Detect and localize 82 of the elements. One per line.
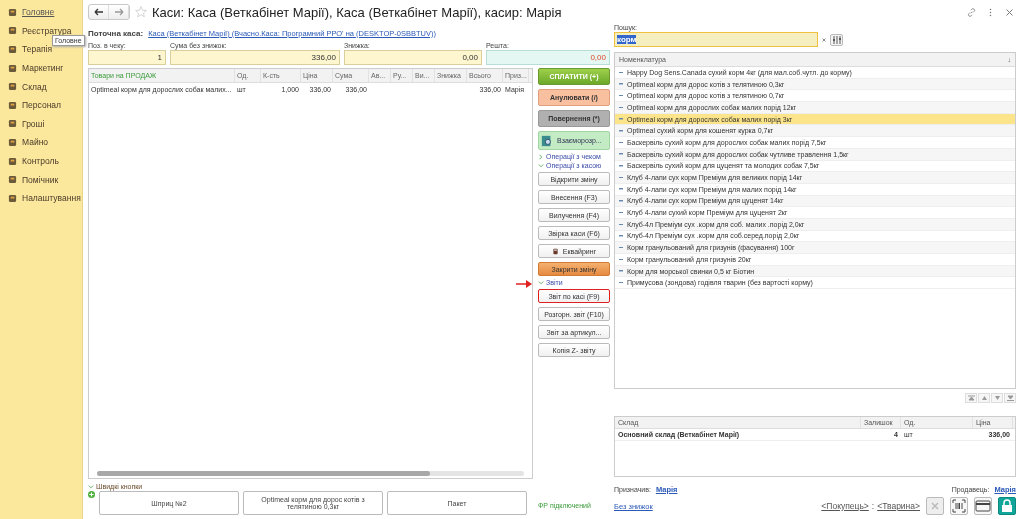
dash-icon bbox=[619, 188, 623, 190]
arrow-icon bbox=[516, 280, 532, 288]
dash-icon bbox=[619, 258, 623, 261]
scroll-up-button[interactable] bbox=[978, 392, 990, 403]
up-icon bbox=[980, 394, 988, 401]
scroll-top-button[interactable] bbox=[965, 392, 977, 403]
sidebar-item[interactable]: Головне bbox=[22, 7, 55, 18]
document-icon bbox=[541, 134, 553, 147]
sidebar-item[interactable]: Реєстратура bbox=[22, 25, 72, 36]
sidebar-item[interactable]: Маркетинг bbox=[22, 63, 64, 74]
sidebar-item[interactable]: Гроші bbox=[22, 118, 45, 129]
section-icon bbox=[8, 175, 17, 185]
section-icon bbox=[8, 7, 17, 17]
buyer-link[interactable]: <Покупець> bbox=[821, 501, 869, 511]
section-icon bbox=[8, 45, 17, 54]
down-icon bbox=[993, 394, 1001, 401]
card-terminal-icon bbox=[551, 247, 559, 255]
dash-icon bbox=[619, 176, 623, 179]
arrow-left-icon bbox=[93, 8, 104, 16]
search-field[interactable]: корм bbox=[614, 32, 818, 47]
star-icon[interactable] bbox=[135, 6, 147, 18]
section-icon bbox=[8, 193, 17, 203]
dash-icon bbox=[619, 211, 623, 214]
section-icon bbox=[8, 100, 17, 110]
input-field[interactable]: 336,00 bbox=[170, 50, 340, 65]
dash-icon bbox=[619, 94, 623, 97]
sidebar-item[interactable]: Склад bbox=[22, 81, 47, 92]
sidebar-item[interactable]: Терапія bbox=[22, 44, 52, 55]
close-icon bbox=[930, 501, 940, 511]
card-icon bbox=[975, 500, 991, 512]
dash-icon bbox=[619, 141, 623, 144]
section-icon bbox=[8, 119, 17, 129]
section-icon bbox=[8, 156, 17, 166]
dash-icon bbox=[619, 165, 623, 167]
filter-button[interactable] bbox=[830, 33, 843, 46]
dash-icon bbox=[619, 223, 623, 226]
card-button[interactable] bbox=[974, 497, 992, 515]
barcode-icon bbox=[952, 499, 966, 513]
sidebar-item[interactable]: Помічник bbox=[22, 174, 59, 185]
section-icon bbox=[8, 26, 17, 36]
dash-icon bbox=[619, 281, 623, 284]
dash-icon bbox=[619, 235, 623, 237]
chevron-icon[interactable] bbox=[88, 483, 94, 490]
scrollbar[interactable] bbox=[97, 471, 524, 476]
dash-icon bbox=[619, 118, 623, 120]
top-icon bbox=[967, 394, 975, 401]
sidebar-item[interactable]: Контроль bbox=[22, 156, 59, 167]
clear-icon[interactable] bbox=[821, 36, 827, 43]
window-title: Каси: Каса (Веткабінет Марії), Каса (Веткабінет Марії), касир: Марія bbox=[152, 4, 562, 20]
lock-icon bbox=[1001, 499, 1013, 513]
sidebar-item[interactable]: Майно bbox=[22, 137, 49, 148]
dash-icon bbox=[619, 270, 623, 272]
separator-text: : bbox=[871, 501, 875, 511]
section-icon bbox=[8, 137, 17, 147]
input-field[interactable]: 1 bbox=[88, 50, 166, 65]
scroll-down-button[interactable] bbox=[991, 392, 1003, 403]
dash-icon bbox=[619, 106, 623, 109]
scroll-bottom-button[interactable] bbox=[1004, 392, 1016, 403]
sidebar-item[interactable]: Персонал bbox=[22, 100, 62, 111]
sidebar-item[interactable]: Налаштування bbox=[22, 193, 81, 204]
dash-icon bbox=[619, 200, 623, 202]
lock-button[interactable] bbox=[998, 497, 1016, 515]
register-label: Поточна каса: bbox=[88, 28, 144, 38]
input-field[interactable]: 0,00 bbox=[344, 50, 482, 65]
dash-icon bbox=[619, 153, 623, 155]
sliders-icon bbox=[831, 34, 842, 45]
chevron-icon[interactable] bbox=[538, 279, 544, 286]
dash-icon bbox=[619, 130, 623, 132]
input-field[interactable]: 0,00 bbox=[486, 50, 610, 65]
barcode-button[interactable] bbox=[950, 497, 968, 515]
link-icon[interactable] bbox=[967, 7, 976, 17]
clear-button[interactable] bbox=[926, 497, 944, 515]
dash-icon bbox=[619, 71, 623, 74]
add-icon[interactable] bbox=[88, 491, 95, 498]
arrow-right-icon bbox=[113, 8, 124, 16]
animal-link[interactable]: <Тварина> bbox=[877, 501, 920, 511]
close-icon[interactable] bbox=[1005, 7, 1014, 17]
dash-icon bbox=[619, 83, 623, 85]
bottom-icon bbox=[1006, 394, 1014, 401]
dash-icon bbox=[619, 246, 623, 249]
section-icon bbox=[8, 82, 17, 92]
section-icon bbox=[8, 63, 17, 73]
